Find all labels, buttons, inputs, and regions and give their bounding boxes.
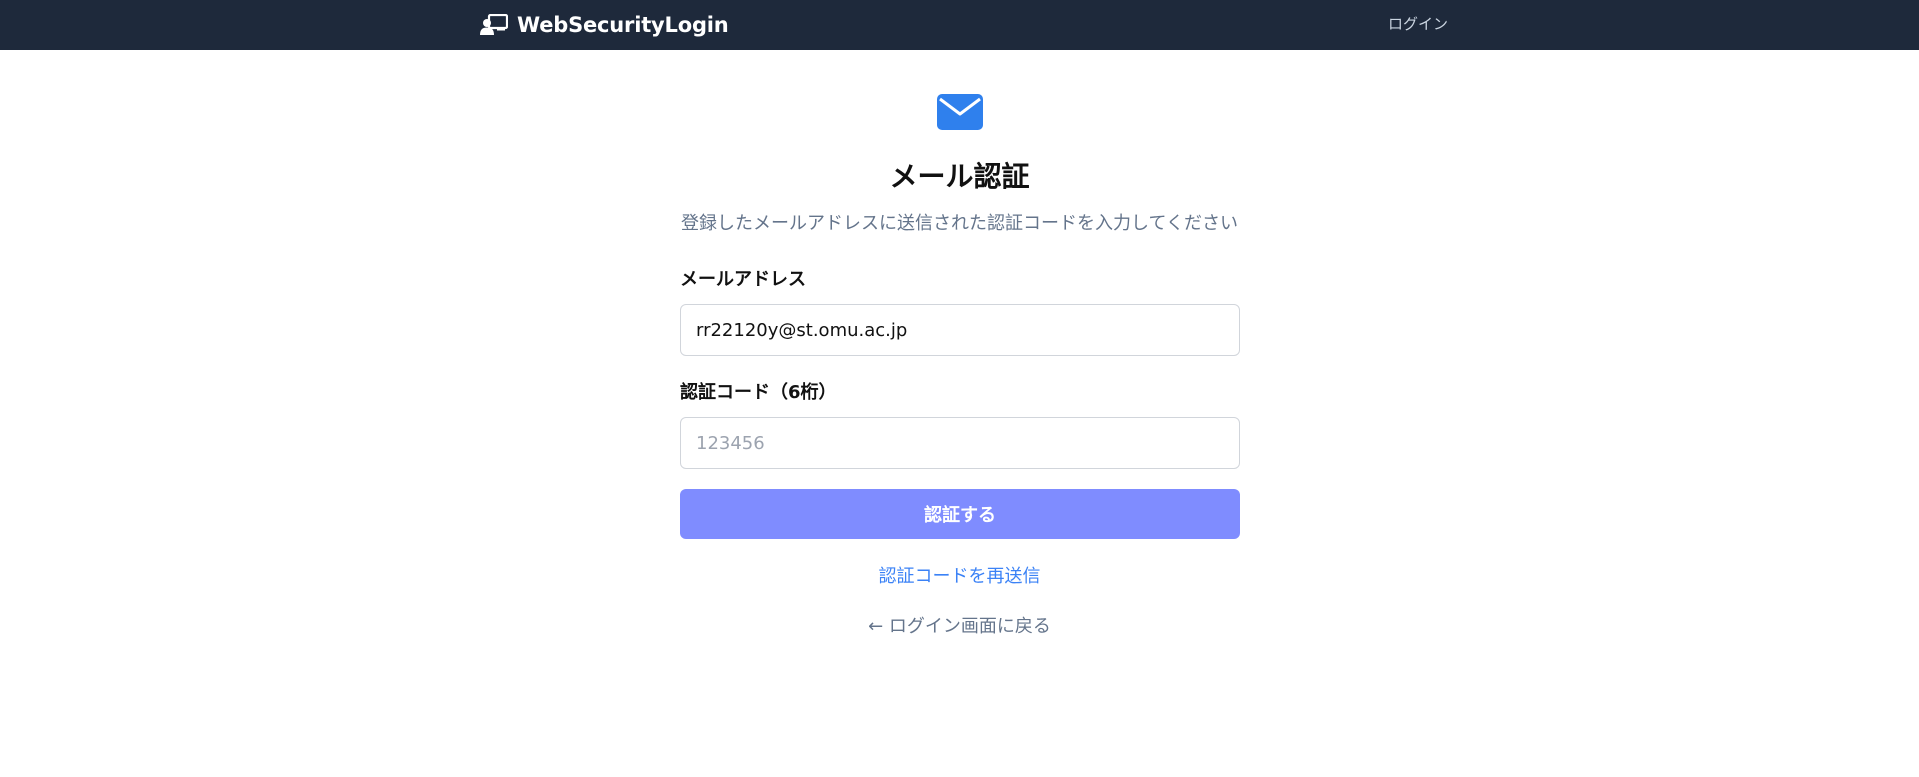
verify-button[interactable]: 認証する [680, 489, 1240, 539]
nav-login-link[interactable]: ログイン [1388, 0, 1448, 46]
brand-name: WebSecurityLogin [517, 13, 729, 37]
page-title: メール認証 [889, 160, 1030, 193]
brand-link[interactable]: WebSecurityLogin [480, 0, 729, 50]
email-field[interactable] [680, 304, 1240, 356]
email-label: メールアドレス [680, 269, 806, 290]
back-to-login-link[interactable]: ← ログイン画面に戻る [0, 612, 1919, 638]
resend-code-link[interactable]: 認証コードを再送信 [0, 562, 1919, 588]
page-subtitle: 登録したメールアドレスに送信された認証コードを入力してください [681, 213, 1238, 234]
top-navbar: WebSecurityLogin ログイン [0, 0, 1919, 50]
envelope-icon [937, 94, 983, 130]
code-label: 認証コード（6桁） [680, 382, 837, 403]
code-field[interactable] [680, 417, 1240, 469]
verification-form: メールアドレス 認証コード（6桁） 認証する [680, 266, 1240, 539]
user-screen-icon [480, 13, 510, 37]
